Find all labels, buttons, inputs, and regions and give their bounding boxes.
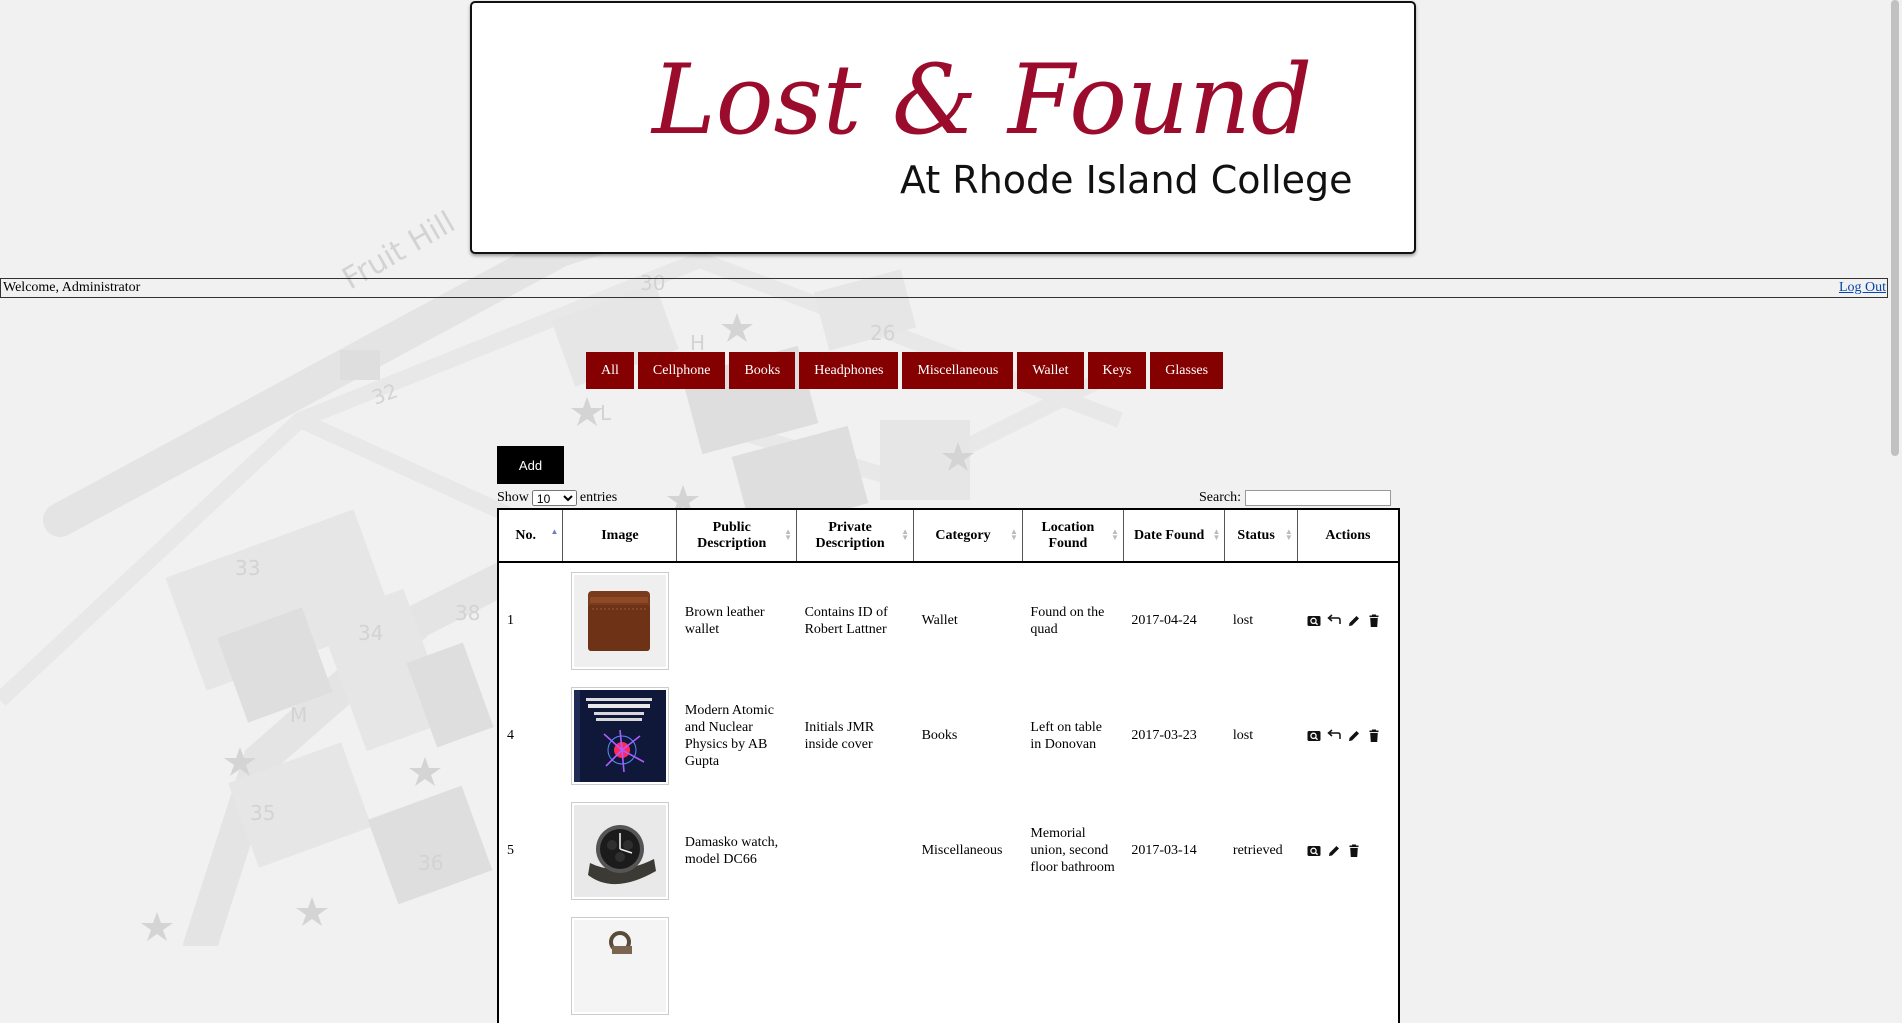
- edit-icon[interactable]: [1347, 614, 1361, 628]
- category-cell: Miscellaneous: [921, 843, 1003, 858]
- delete-icon[interactable]: [1367, 729, 1381, 743]
- row-actions: [1305, 613, 1390, 628]
- item-thumbnail-watch[interactable]: [570, 801, 669, 900]
- column-header-status[interactable]: Status ▲ ▼: [1224, 509, 1298, 563]
- date-cell: 2017-03-23: [1131, 728, 1197, 743]
- category-cell: Wallet: [921, 613, 958, 628]
- column-header-category[interactable]: Category ▲ ▼: [913, 509, 1023, 563]
- welcome-bar: Welcome, Administrator Log Out: [0, 278, 1888, 298]
- sort-icon: ▲ ▼: [901, 527, 910, 542]
- location-cell: Memorial union, second floor bathroom: [1030, 826, 1115, 875]
- category-cellphone-button[interactable]: Cellphone: [637, 352, 726, 389]
- add-item-button[interactable]: Add: [497, 446, 564, 484]
- column-header-date-found[interactable]: Date Found ▲ ▼: [1123, 509, 1226, 563]
- status-cell: lost: [1232, 728, 1254, 743]
- category-all-button[interactable]: All: [586, 352, 634, 389]
- table-row: 5 Damasko watch, model DC66 Miscellaneou…: [498, 793, 1399, 908]
- public-description: Brown leather wallet: [684, 604, 765, 637]
- table-row: [498, 908, 1399, 1023]
- svg-text:38: 38: [455, 601, 480, 625]
- status-cell: retrieved: [1232, 843, 1283, 858]
- row-number: 1: [507, 613, 514, 628]
- column-header-image: Image: [562, 509, 678, 563]
- edit-icon[interactable]: [1327, 844, 1341, 858]
- sort-icon: ▲ ▼: [1010, 527, 1018, 542]
- item-thumbnail-wallet[interactable]: [570, 571, 669, 670]
- public-description: Damasko watch, model DC66: [684, 834, 779, 867]
- return-icon[interactable]: [1327, 613, 1342, 628]
- view-icon[interactable]: [1307, 844, 1321, 858]
- sort-icon: ▲ ▼: [784, 527, 793, 542]
- category-filter-bar: All Cellphone Books Headphones Miscellan…: [586, 352, 1224, 389]
- row-number: 4: [507, 728, 514, 743]
- show-entries-control: Show 10 entries: [497, 490, 617, 506]
- return-icon[interactable]: [1327, 728, 1342, 743]
- table-row: 1 Brown leather wallet Contains ID of Ro…: [498, 562, 1399, 678]
- svg-text:L: L: [600, 401, 612, 425]
- delete-icon[interactable]: [1347, 844, 1361, 858]
- category-headphones-button[interactable]: Headphones: [799, 352, 899, 389]
- keys-image: [573, 919, 666, 1012]
- svg-text:M: M: [290, 703, 307, 727]
- public-description: Modern Atomic and Nuclear Physics by AB …: [684, 702, 774, 769]
- svg-text:26: 26: [870, 321, 895, 345]
- scrollbar-thumb[interactable]: [1891, 0, 1899, 456]
- private-description: [797, 793, 914, 908]
- row-actions: [1305, 728, 1390, 743]
- status-cell: lost: [1232, 613, 1254, 628]
- entries-label: entries: [579, 490, 618, 505]
- book-image: [573, 689, 666, 782]
- svg-text:36: 36: [418, 851, 443, 875]
- sort-icon: ▲ ▼: [1110, 527, 1119, 542]
- watch-image: [573, 804, 666, 897]
- logo-subtitle: At Rhode Island College: [900, 158, 1353, 202]
- sort-asc-icon: ▲: [550, 527, 559, 536]
- svg-text:35: 35: [250, 801, 275, 825]
- private-description: Initials JMR inside cover: [804, 719, 875, 752]
- location-cell: Found on the quad: [1030, 604, 1105, 637]
- view-icon[interactable]: [1307, 614, 1321, 628]
- logo-title: Lost & Found: [650, 44, 1312, 156]
- row-number: 5: [507, 843, 514, 858]
- wallet-image: [573, 574, 666, 667]
- search-control: Search:: [1199, 490, 1391, 506]
- location-cell: Left on table in Donovan: [1030, 719, 1102, 752]
- delete-icon[interactable]: [1367, 614, 1381, 628]
- date-cell: 2017-04-24: [1131, 613, 1197, 628]
- column-header-public-description[interactable]: Public Description ▲ ▼: [676, 509, 798, 563]
- column-header-private-description[interactable]: Private Description ▲ ▼: [796, 509, 915, 563]
- row-actions: [1305, 844, 1390, 858]
- category-keys-button[interactable]: Keys: [1087, 352, 1147, 389]
- view-icon[interactable]: [1307, 729, 1321, 743]
- category-cell: Books: [921, 728, 958, 743]
- date-cell: 2017-03-14: [1131, 843, 1197, 858]
- search-input[interactable]: [1244, 490, 1391, 506]
- search-label: Search:: [1199, 490, 1241, 505]
- header-logo-box: Lost & Found At Rhode Island College: [470, 1, 1416, 254]
- column-header-location-found[interactable]: Location Found ▲ ▼: [1022, 509, 1124, 563]
- column-header-no[interactable]: No. ▲: [498, 509, 564, 563]
- svg-text:33: 33: [235, 556, 260, 580]
- page-size-select[interactable]: 10: [531, 490, 577, 506]
- category-wallet-button[interactable]: Wallet: [1017, 352, 1084, 389]
- category-miscellaneous-button[interactable]: Miscellaneous: [902, 352, 1014, 389]
- welcome-text: Welcome, Administrator: [3, 280, 141, 295]
- show-label: Show: [497, 490, 529, 505]
- logout-link[interactable]: Log Out: [1839, 280, 1886, 296]
- sort-icon: ▲ ▼: [1284, 527, 1293, 542]
- category-books-button[interactable]: Books: [729, 352, 796, 389]
- item-thumbnail-keys[interactable]: [570, 916, 669, 1015]
- column-header-actions: Actions: [1297, 509, 1399, 563]
- svg-text:34: 34: [358, 621, 383, 645]
- table-row: 4 Modern Atomic and Nuclear Physics by A…: [498, 678, 1399, 793]
- edit-icon[interactable]: [1347, 729, 1361, 743]
- sort-icon: ▲ ▼: [1212, 527, 1221, 542]
- table-header-row: No. ▲ Image Public Description ▲ ▼ Private …: [498, 509, 1399, 563]
- private-description: Contains ID of Robert Lattner: [804, 604, 888, 637]
- category-glasses-button[interactable]: Glasses: [1150, 352, 1224, 389]
- item-thumbnail-book[interactable]: [570, 686, 669, 785]
- site-logo: Lost & Found At Rhode Island College: [650, 44, 1353, 202]
